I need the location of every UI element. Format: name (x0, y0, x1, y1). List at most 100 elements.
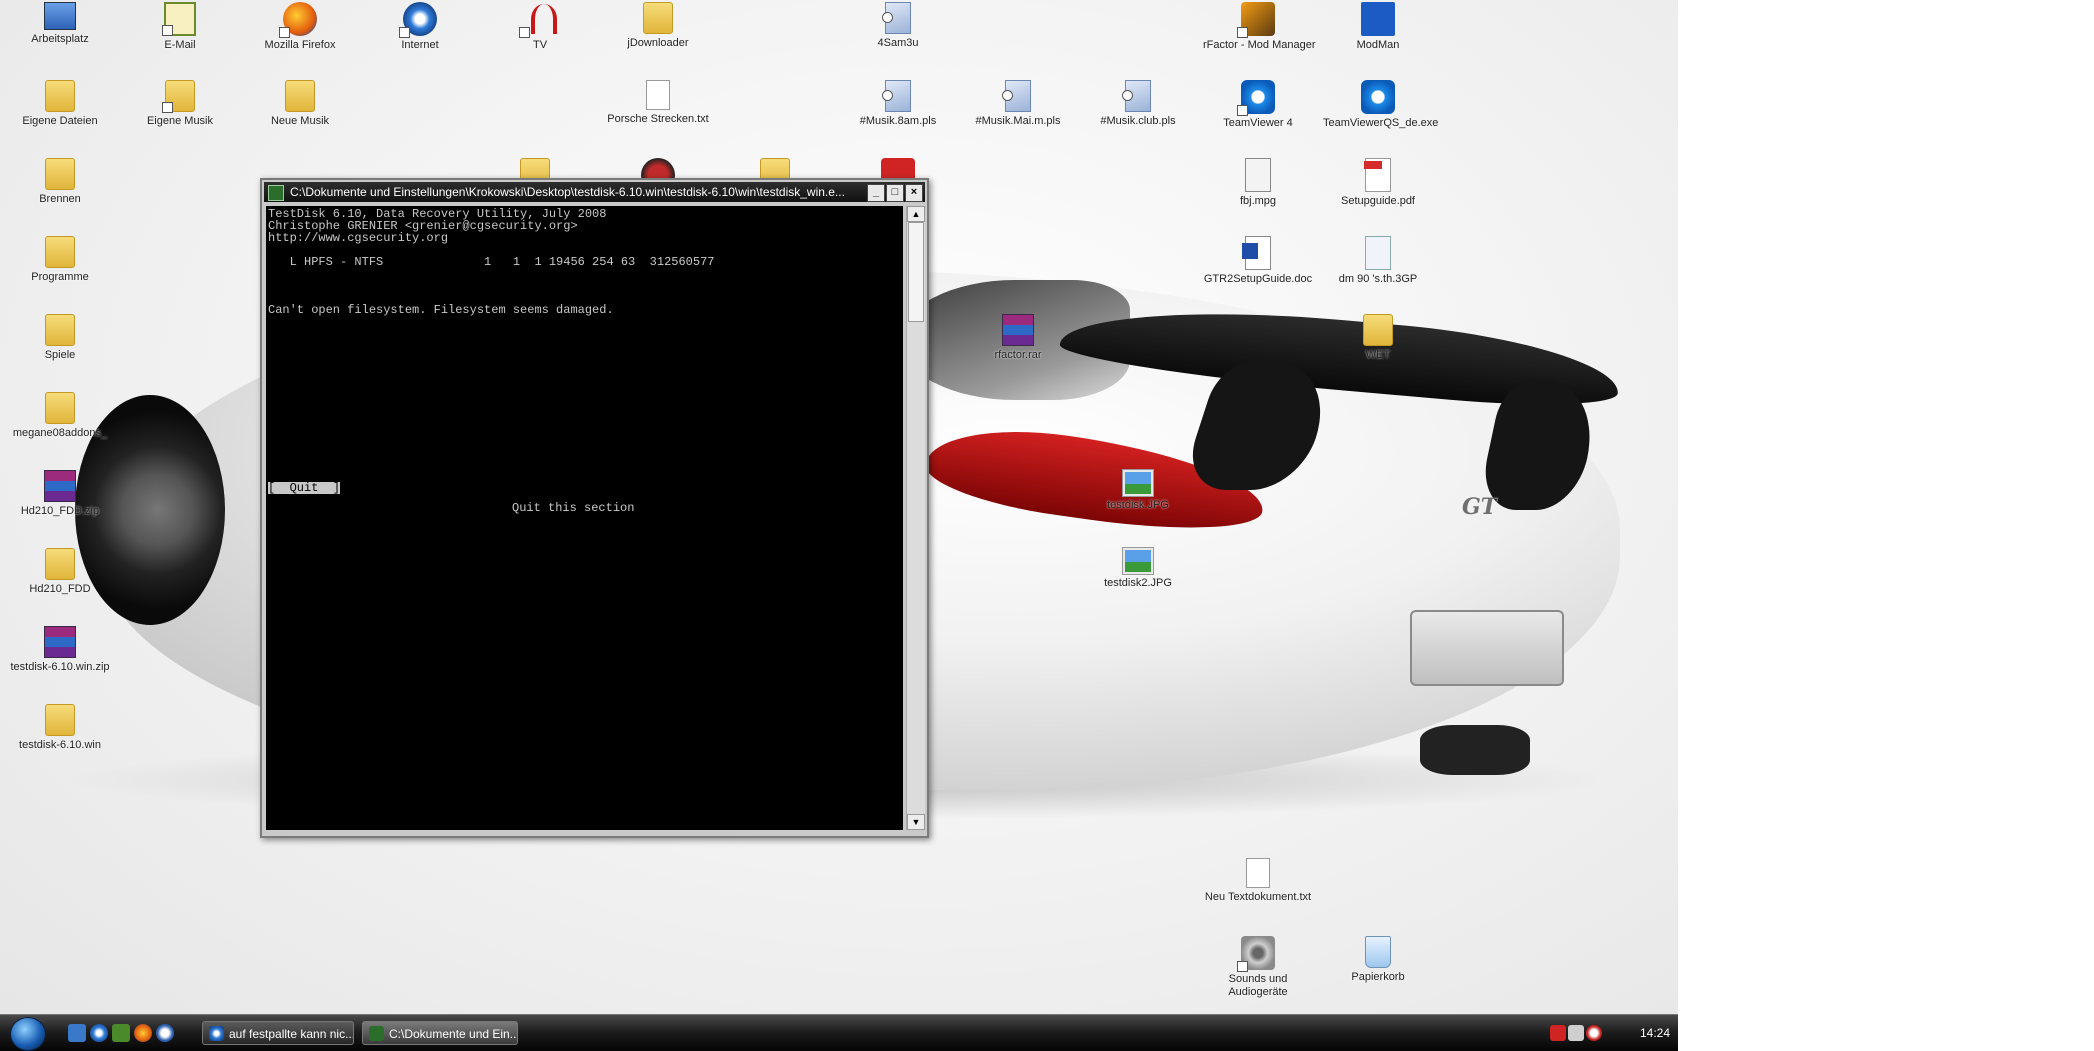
icon-label: Neue Musik (270, 115, 330, 127)
desktop-icon-dm3gp[interactable]: dm 90 's.th.3GP (1323, 236, 1433, 286)
teamviewer-icon (1237, 80, 1275, 116)
desktop-icon-programme[interactable]: Programme (5, 236, 115, 284)
ati-icon[interactable] (1550, 1025, 1566, 1041)
media-center-icon[interactable] (112, 1024, 130, 1042)
desktop-icon-setupguide[interactable]: Setupguide.pdf (1323, 158, 1433, 208)
start-button[interactable] (10, 1017, 46, 1051)
zip-archive-icon (44, 470, 76, 502)
desktop-icon-musik-main[interactable]: #Musik.Mai.m.pls (963, 80, 1073, 128)
firefox-icon[interactable] (134, 1024, 152, 1042)
internet-explorer-icon (209, 1026, 224, 1041)
minimize-button[interactable]: _ (867, 184, 885, 202)
quit-button[interactable]: [ Quit ] (268, 482, 341, 494)
pdf-file-icon (1364, 158, 1391, 192)
desktop-icon-arbeitsplatz[interactable]: Arbeitsplatz (5, 2, 115, 46)
desktop-icon-brennen[interactable]: Brennen (5, 158, 115, 206)
icon-label: megane08addons_ (12, 427, 108, 439)
desktop-icon-musik-club[interactable]: #Musik.club.pls (1083, 80, 1193, 128)
taskbar-item-firefox[interactable]: auf festpallte kann nic... (202, 1021, 354, 1045)
desktop-icon-hd210-fdd-zip[interactable]: Hd210_FDD.zip (5, 470, 115, 518)
icon-label: 4Sam3u (877, 37, 919, 49)
desktop-icon-neu-textdokument[interactable]: Neu Textdokument.txt (1203, 858, 1313, 904)
desktop-icon-modman[interactable]: ModMan (1323, 2, 1433, 52)
firefox-icon (279, 2, 317, 38)
system-tray: 14:24 (1550, 1021, 1670, 1045)
desktop-icon-internet[interactable]: Internet (365, 2, 475, 52)
clock[interactable]: 14:24 (1640, 1021, 1670, 1045)
car-exhaust (1420, 725, 1530, 775)
console-app-icon (268, 185, 284, 201)
icon-label: ModMan (1356, 39, 1400, 51)
maximize-button[interactable]: □ (886, 184, 904, 202)
icon-label: Hd210_FDD.zip (20, 505, 100, 517)
desktop-icon-testdisk-jpg[interactable]: testdisk.JPG (1083, 469, 1193, 512)
icon-label: Brennen (39, 193, 81, 205)
media-player-icon[interactable] (156, 1024, 174, 1042)
desktop-icon-neue-musik[interactable]: Neue Musik (245, 80, 355, 128)
show-desktop-icon[interactable] (68, 1024, 86, 1042)
desktop-icon-megane[interactable]: megane08addons_ (5, 392, 115, 440)
volume-icon[interactable] (1568, 1025, 1584, 1041)
icon-label: Porsche Strecken.txt (607, 113, 709, 125)
modman-icon (1361, 2, 1395, 36)
word-document-icon (1242, 236, 1271, 270)
desktop-icon-gtr2setup[interactable]: GTR2SetupGuide.doc (1203, 236, 1313, 286)
close-button[interactable]: × (905, 184, 923, 202)
icon-label: dm 90 's.th.3GP (1338, 273, 1418, 285)
desktop-icon-tv[interactable]: TV (485, 2, 595, 52)
mod-manager-icon (1237, 2, 1275, 38)
icon-label: #Musik.8am.pls (859, 115, 937, 127)
console-scrollbar[interactable]: ▲ ▼ (906, 206, 925, 830)
desktop-icon-papierkorb[interactable]: Papierkorb (1323, 936, 1433, 984)
scroll-down-arrow-icon[interactable]: ▼ (907, 814, 925, 830)
desktop-icon-hd210-fdd[interactable]: Hd210_FDD (5, 548, 115, 596)
desktop-icon-teamviewerqs[interactable]: TeamViewerQS_de.exe (1323, 80, 1438, 130)
music-folder-icon (162, 80, 195, 113)
folder-icon (45, 158, 75, 190)
desktop-icon-spiele[interactable]: Spiele (5, 314, 115, 362)
desktop-icon-rfactor-rar[interactable]: rfactor.rar (963, 314, 1073, 362)
icon-label: Mozilla Firefox (264, 39, 336, 51)
playlist-icon (882, 2, 911, 34)
desktop-icon-musik-8am[interactable]: #Musik.8am.pls (843, 80, 953, 128)
desktop-icon-jdownloader[interactable]: jDownloader (603, 2, 713, 50)
desktop-icon-testdisk-win-zip[interactable]: testdisk-6.10.win.zip (5, 626, 115, 674)
folder-icon (45, 548, 75, 580)
icon-label: testdisk-6.10.win (19, 739, 101, 751)
desktop-icon-firefox[interactable]: Mozilla Firefox (245, 2, 355, 52)
speaker-icon (1237, 936, 1275, 972)
folder-icon (45, 704, 75, 736)
desktop-icon-sounds[interactable]: Sounds und Audiogeräte (1203, 936, 1313, 999)
desktop-icon-porsche-strecken[interactable]: Porsche Strecken.txt (603, 80, 713, 126)
playlist-icon (882, 80, 911, 112)
desktop-icon-rfactor-modmanager[interactable]: rFactor - Mod Manager (1203, 2, 1316, 52)
antivirus-icon[interactable] (1586, 1025, 1602, 1041)
error-message: Can't open filesystem. Filesystem seems … (268, 303, 614, 317)
desktop-icon-testdisk2-jpg[interactable]: testdisk2.JPG (1083, 547, 1193, 590)
taskbar-item-label: C:\Dokumente und Ein... (389, 1027, 518, 1041)
desktop-icon-testdisk-win[interactable]: testdisk-6.10.win (5, 704, 115, 752)
desktop-icon-wet[interactable]: WET (1323, 314, 1433, 362)
icon-label: Eigene Dateien (22, 115, 98, 127)
tv-icon (519, 2, 557, 38)
testdisk-console-window[interactable]: C:\Dokumente und Einstellungen\Krokowski… (260, 178, 929, 838)
scroll-thumb[interactable] (908, 222, 924, 322)
console-screen[interactable]: TestDisk 6.10, Data Recovery Utility, Ju… (266, 206, 903, 830)
desktop-icon-email[interactable]: E-Mail (125, 2, 235, 52)
desktop-icon-eigene-musik[interactable]: Eigene Musik (125, 80, 235, 128)
taskbar-item-console[interactable]: C:\Dokumente und Ein... (362, 1021, 518, 1045)
internet-explorer-icon[interactable] (90, 1024, 108, 1042)
scroll-up-arrow-icon[interactable]: ▲ (907, 206, 925, 222)
console-titlebar[interactable]: C:\Dokumente und Einstellungen\Krokowski… (264, 182, 925, 202)
icon-label: Internet (401, 39, 439, 51)
desktop-icon-4sam3u[interactable]: 4Sam3u (843, 2, 953, 50)
desktop-icon-teamviewer4[interactable]: TeamViewer 4 (1203, 80, 1313, 130)
icon-label: rFactor - Mod Manager (1203, 39, 1316, 51)
blank-screen-area (1678, 0, 2094, 1050)
icon-label: #Musik.Mai.m.pls (975, 115, 1061, 127)
desktop-icon-fbj-mpg[interactable]: fbj.mpg (1203, 158, 1313, 208)
desktop-icon-eigene-dateien[interactable]: Eigene Dateien (5, 80, 115, 128)
icon-label: fbj.mpg (1239, 195, 1277, 207)
text-file-icon (646, 80, 670, 110)
teamviewer-icon (1361, 80, 1395, 114)
